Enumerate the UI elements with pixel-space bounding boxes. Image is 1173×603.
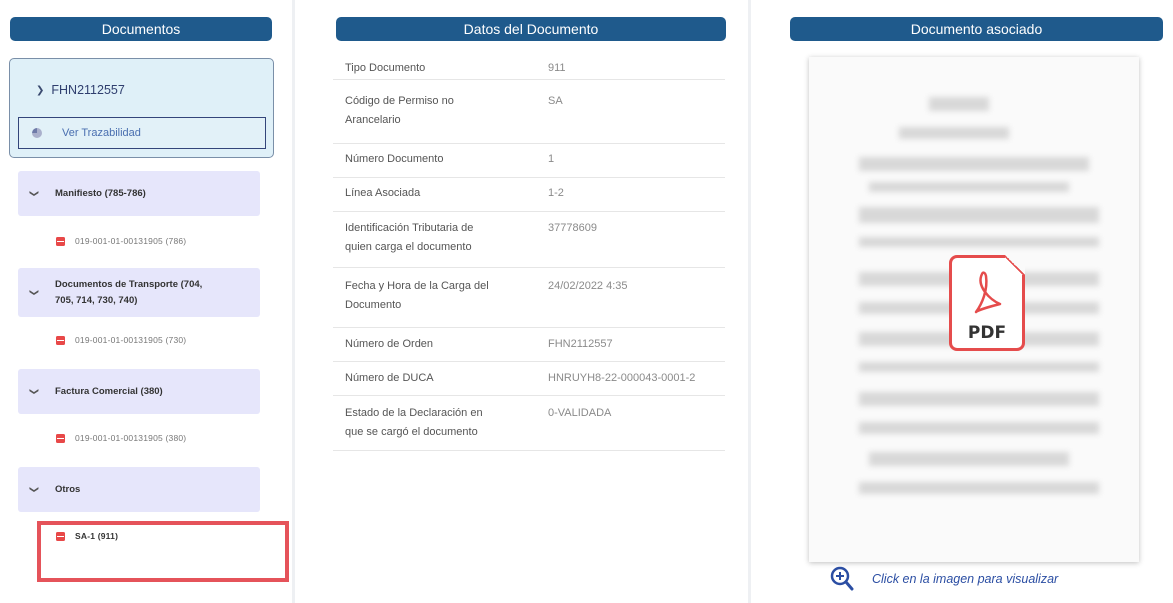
row-label: Número de Orden [345, 338, 434, 350]
table-row: Número de Orden FHN2112557 [333, 328, 725, 362]
associated-document-header: Documento asociado [790, 17, 1163, 41]
doc-item-label: 019-001-01-00131905 (786) [75, 236, 187, 246]
row-label: Fecha y Hora de la Carga del Documento [345, 280, 489, 311]
table-row: Tipo Documento 911 [333, 58, 725, 80]
chevron-down-icon: ❯ [29, 189, 40, 198]
zoom-hint: Click en la imagen para visualizar [872, 572, 1059, 586]
selection-highlight [37, 521, 289, 582]
order-toggle[interactable]: ❯ FHN2112557 [36, 83, 125, 97]
row-label: Identificación Tributaria de quien carga… [345, 222, 474, 253]
doc-item-380[interactable]: 019-001-01-00131905 (380) [56, 433, 186, 443]
blurred-content [859, 362, 1099, 372]
chevron-down-icon: ❯ [29, 387, 40, 396]
row-value: FHN2112557 [548, 338, 613, 350]
table-row: Estado de la Declaración en que se cargó… [333, 396, 725, 451]
pdf-file-icon [56, 433, 65, 443]
row-label: Línea Asociada [345, 187, 421, 199]
group-label: Factura Comercial (380) [55, 385, 163, 397]
blurred-content [869, 452, 1069, 466]
blurred-content [859, 207, 1099, 223]
zoom-row[interactable]: Click en la imagen para visualizar [830, 566, 1058, 592]
row-value: 911 [548, 62, 566, 74]
chevron-down-icon: ❯ [36, 84, 45, 96]
group-label: Documentos de Transporte (704, 705, 714,… [55, 278, 203, 306]
associated-document-panel: Documento asociado PDF Click en la image… [776, 0, 1173, 603]
documents-header: Documentos [10, 17, 272, 41]
document-preview[interactable]: PDF [809, 57, 1139, 562]
blurred-content [899, 127, 1009, 139]
row-value: HNRUYH8-22-000043-0001-2 [548, 372, 696, 384]
group-label: Otros [55, 483, 81, 495]
doc-item-730[interactable]: 019-001-01-00131905 (730) [56, 335, 186, 345]
row-label: Estado de la Declaración en que se cargó… [345, 407, 483, 438]
pdf-file-icon: PDF [949, 255, 1025, 351]
trace-pie-icon [32, 128, 42, 138]
row-label: Número de DUCA [345, 372, 434, 384]
table-row: Número de DUCA HNRUYH8-22-000043-0001-2 [333, 362, 725, 396]
ver-trazabilidad-button[interactable]: Ver Trazabilidad [18, 117, 266, 149]
blurred-content [859, 392, 1099, 406]
row-label: Tipo Documento [345, 62, 426, 74]
row-label: Número Documento [345, 153, 444, 165]
table-row: Línea Asociada 1-2 [333, 178, 725, 212]
order-number: FHN2112557 [51, 83, 125, 97]
zoom-in-icon[interactable] [830, 566, 854, 592]
table-row: Número Documento 1 [333, 144, 725, 178]
doc-item-786[interactable]: 019-001-01-00131905 (786) [56, 236, 186, 246]
pdf-file-icon [56, 236, 65, 246]
group-documentos-transporte[interactable]: ❯ Documentos de Transporte (704, 705, 71… [18, 268, 260, 317]
order-card[interactable]: ❯ FHN2112557 Ver Trazabilidad [9, 58, 274, 158]
document-data-header: Datos del Documento [336, 17, 726, 41]
group-otros[interactable]: ❯ Otros [18, 467, 260, 512]
doc-item-label: 019-001-01-00131905 (730) [75, 335, 187, 345]
blurred-content [869, 182, 1069, 192]
blurred-content [859, 482, 1099, 494]
row-value: 1-2 [548, 187, 564, 199]
chevron-down-icon: ❯ [29, 288, 40, 297]
trace-label: Ver Trazabilidad [62, 127, 141, 139]
table-row: Código de Permiso no Arancelario SA [333, 80, 725, 144]
group-manifiesto[interactable]: ❯ Manifiesto (785-786) [18, 171, 260, 216]
blurred-content [859, 237, 1099, 247]
table-row: Identificación Tributaria de quien carga… [333, 212, 725, 268]
blurred-content [929, 97, 989, 111]
row-value: SA [548, 95, 563, 107]
chevron-down-icon: ❯ [29, 485, 40, 494]
table-row: Fecha y Hora de la Carga del Documento 2… [333, 268, 725, 328]
row-value: 24/02/2022 4:35 [548, 280, 628, 292]
document-data-panel: Datos del Documento Tipo Documento 911 C… [316, 0, 746, 603]
panel-divider [292, 0, 295, 603]
panel-divider [748, 0, 751, 603]
row-label: Código de Permiso no Arancelario [345, 95, 454, 126]
group-label: Manifiesto (785-786) [55, 187, 146, 199]
group-factura-comercial[interactable]: ❯ Factura Comercial (380) [18, 369, 260, 414]
blurred-content [859, 422, 1099, 434]
doc-item-label: 019-001-01-00131905 (380) [75, 433, 187, 443]
row-value: 1 [548, 153, 555, 165]
row-value: 0-VALIDADA [548, 407, 612, 419]
documents-panel: Documentos ❯ FHN2112557 Ver Trazabilidad… [0, 0, 282, 603]
blurred-content [859, 157, 1089, 171]
acrobat-logo-icon [974, 271, 1002, 314]
row-value: 37778609 [548, 222, 597, 234]
pdf-file-icon [56, 335, 65, 345]
pdf-badge-label: PDF [967, 323, 1007, 343]
